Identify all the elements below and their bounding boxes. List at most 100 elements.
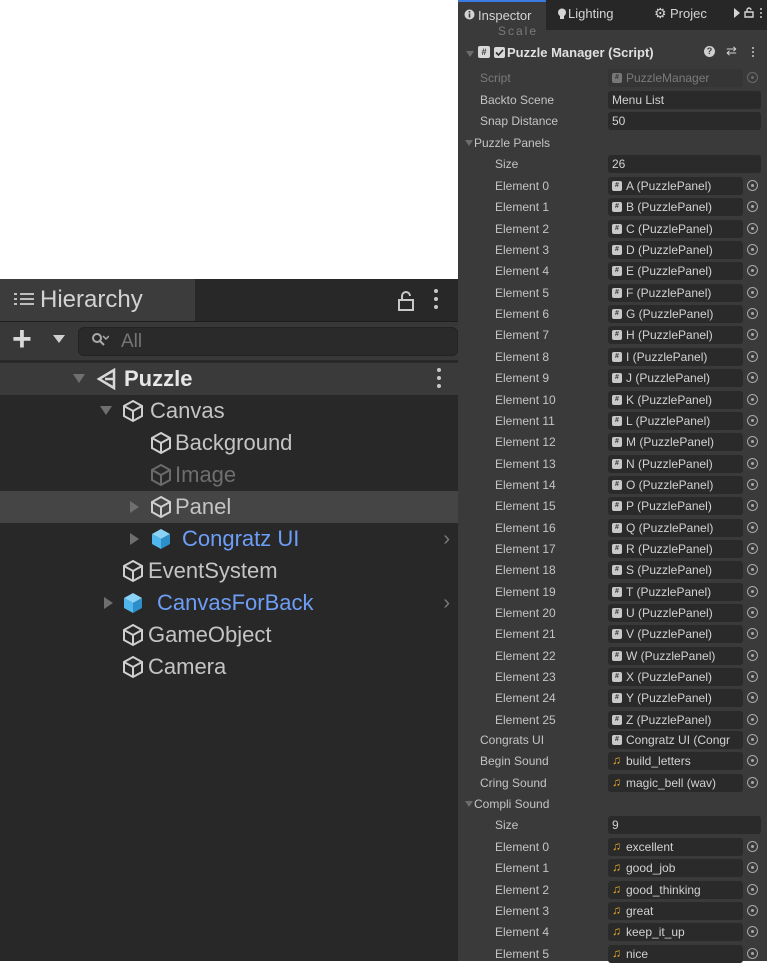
element-object-field[interactable]: # O (PuzzlePanel) (608, 475, 743, 494)
object-picker-icon[interactable] (747, 926, 758, 938)
object-picker-icon[interactable] (747, 755, 758, 766)
element-object-field[interactable]: # H (PuzzlePanel) (608, 326, 743, 345)
hierarchy-menu-icon[interactable] (434, 289, 438, 313)
object-picker-icon[interactable] (747, 201, 758, 213)
tree-item-camera[interactable]: Camera (0, 651, 458, 683)
object-picker-icon[interactable] (747, 286, 758, 298)
object-picker-icon[interactable] (747, 180, 758, 191)
element-object-field[interactable]: # P (PuzzlePanel) (608, 497, 743, 516)
object-picker-icon[interactable] (747, 393, 758, 405)
tab-project[interactable]: ⚙ Projec (648, 0, 732, 30)
component-header[interactable]: # Puzzle Manager (Script) ? ⇄ (458, 42, 767, 64)
open-prefab-icon[interactable]: › (443, 587, 450, 619)
tree-item-background[interactable]: Background (0, 427, 458, 459)
object-picker-icon[interactable] (747, 436, 758, 448)
tree-item-canvasforback[interactable]: CanvasForBack › (0, 587, 458, 619)
component-foldout-icon[interactable] (466, 51, 474, 57)
object-picker-icon[interactable] (747, 457, 758, 469)
tree-item-gameobject[interactable]: GameObject (0, 619, 458, 651)
element-object-field[interactable]: # I (PuzzlePanel) (608, 347, 743, 366)
foldout-arrow-icon[interactable] (465, 140, 473, 146)
object-picker-icon[interactable] (747, 905, 758, 917)
element-object-field[interactable]: # T (PuzzlePanel) (608, 582, 743, 601)
element-object-field[interactable]: # X (PuzzlePanel) (608, 668, 743, 687)
element-object-field[interactable]: # Q (PuzzlePanel) (608, 518, 743, 537)
element-object-field[interactable]: # E (PuzzlePanel) (608, 262, 743, 281)
add-dropdown-icon[interactable] (53, 335, 65, 343)
element-object-field[interactable]: ♫ good_job (608, 859, 743, 878)
element-object-field[interactable]: # Z (PuzzlePanel) (608, 710, 743, 729)
inspector-menu-icon[interactable] (760, 8, 762, 20)
lock-icon[interactable] (744, 7, 754, 18)
object-picker-icon[interactable] (747, 585, 758, 597)
object-picker-icon[interactable] (747, 607, 758, 618)
object-picker-icon[interactable] (747, 564, 758, 576)
object-picker-icon[interactable] (747, 521, 758, 533)
collapse-arrow-icon[interactable] (130, 501, 139, 513)
tree-item-puzzle[interactable]: Puzzle (0, 363, 458, 395)
component-menu-icon[interactable] (752, 47, 754, 59)
hierarchy-tab[interactable]: Hierarchy (0, 279, 195, 321)
more-tabs-icon[interactable] (734, 8, 740, 18)
object-picker-icon[interactable] (747, 478, 758, 490)
puzzle-panels-foldout[interactable]: Puzzle Panels (458, 133, 767, 154)
object-picker-icon[interactable] (747, 350, 758, 362)
expand-arrow-icon[interactable] (73, 374, 85, 383)
puzzle-panels-size-input[interactable]: 26 (608, 155, 761, 173)
begin-sound-object-field[interactable]: ♫ build_letters (608, 752, 743, 770)
object-picker-icon[interactable] (747, 692, 758, 704)
element-object-field[interactable]: ♫ great (608, 902, 743, 921)
compli-sound-size-input[interactable]: 9 (608, 816, 761, 834)
add-object-icon[interactable]: + (12, 320, 32, 359)
object-picker-icon[interactable] (747, 883, 758, 895)
foldout-arrow-icon[interactable] (465, 801, 473, 807)
element-object-field[interactable]: ♫ excellent (608, 838, 743, 856)
preset-icon[interactable]: ⇄ (726, 43, 737, 59)
object-picker-icon[interactable] (747, 308, 758, 320)
object-picker-icon[interactable] (747, 841, 758, 852)
collapse-arrow-icon[interactable] (104, 597, 113, 609)
element-object-field[interactable]: # V (PuzzlePanel) (608, 625, 743, 644)
compli-sound-foldout[interactable]: Compli Sound (458, 794, 767, 815)
element-object-field[interactable]: # W (PuzzlePanel) (608, 646, 743, 665)
tree-item-eventsystem[interactable]: EventSystem (0, 555, 458, 587)
element-object-field[interactable]: # M (PuzzlePanel) (608, 433, 743, 452)
object-picker-icon[interactable] (747, 713, 758, 725)
object-picker-icon[interactable] (747, 628, 758, 640)
element-object-field[interactable]: # L (PuzzlePanel) (608, 411, 743, 430)
tab-lighting[interactable]: Lighting (550, 0, 638, 30)
element-object-field[interactable]: # C (PuzzlePanel) (608, 219, 743, 238)
element-object-field[interactable]: # B (PuzzlePanel) (608, 198, 743, 217)
object-picker-icon[interactable] (747, 414, 758, 426)
tab-inspector[interactable]: Inspector Scale (458, 0, 546, 38)
tree-item-congratz-ui[interactable]: Congratz UI › (0, 523, 458, 555)
element-object-field[interactable]: # D (PuzzlePanel) (608, 241, 743, 260)
snap-distance-input[interactable]: 50 (608, 112, 761, 130)
element-object-field[interactable]: # F (PuzzlePanel) (608, 283, 743, 302)
object-picker-icon[interactable] (747, 222, 758, 234)
object-picker-icon[interactable] (747, 947, 758, 959)
open-prefab-icon[interactable]: › (443, 523, 450, 555)
element-object-field[interactable]: # N (PuzzlePanel) (608, 454, 743, 473)
object-picker-icon[interactable] (747, 265, 758, 277)
collapse-arrow-icon[interactable] (130, 533, 139, 545)
element-object-field[interactable]: # K (PuzzlePanel) (608, 390, 743, 409)
element-object-field[interactable]: ♫ keep_it_up (608, 923, 743, 942)
object-picker-icon[interactable] (747, 862, 758, 874)
object-picker-icon[interactable] (747, 542, 758, 554)
congrats-ui-object-field[interactable]: # Congratz UI (Congr (608, 731, 743, 749)
hierarchy-search-input[interactable] (119, 329, 443, 355)
object-picker-icon[interactable] (747, 500, 758, 512)
hierarchy-search[interactable] (78, 327, 458, 356)
lock-icon[interactable] (395, 290, 417, 312)
object-picker-icon[interactable] (747, 329, 758, 341)
object-picker-icon[interactable] (747, 649, 758, 661)
cring-sound-object-field[interactable]: ♫ magic_bell (wav) (608, 774, 743, 792)
object-picker-icon[interactable] (747, 671, 758, 683)
object-picker-icon[interactable] (747, 372, 758, 384)
help-icon[interactable]: ? (704, 46, 715, 57)
object-picker-icon[interactable] (747, 777, 758, 788)
component-enabled-checkbox[interactable] (494, 47, 505, 58)
tree-item-image[interactable]: Image (0, 459, 458, 491)
backto-scene-input[interactable]: Menu List (608, 91, 761, 109)
